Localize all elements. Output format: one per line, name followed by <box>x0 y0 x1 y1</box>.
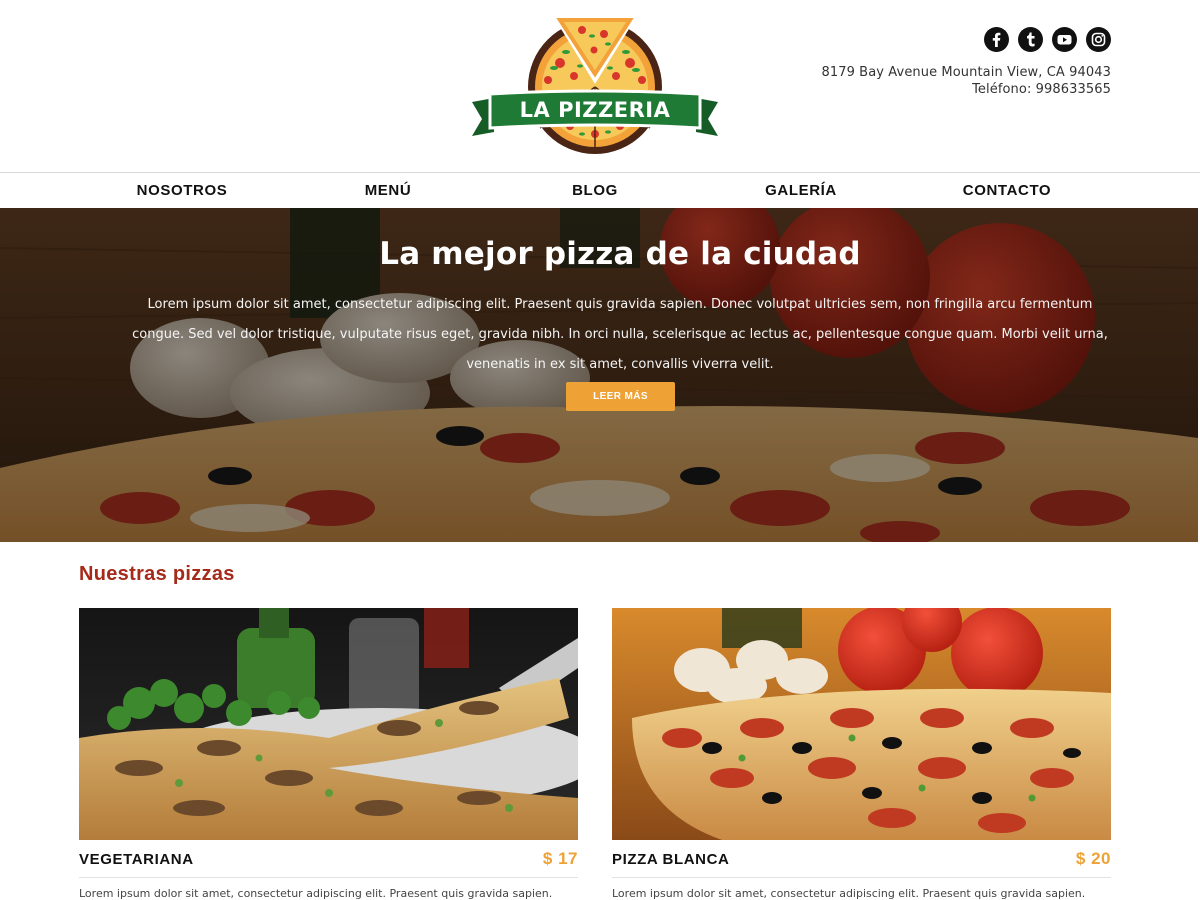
hero-title: La mejor pizza de la ciudad <box>379 236 861 272</box>
pizza-card-header: PIZZA BLANCA $ 20 <box>612 840 1111 878</box>
site-header: LA PIZZERIA 8179 Bay Avenue Mountain Vie… <box>0 0 1200 172</box>
hero-section: La mejor pizza de la ciudad Lorem ipsum … <box>0 208 1198 542</box>
contact-info: 8179 Bay Avenue Mountain View, CA 94043 … <box>821 64 1111 98</box>
pizza-description: Lorem ipsum dolor sit amet, consectetur … <box>79 887 553 900</box>
pizza-price: $ 17 <box>542 849 578 868</box>
pizza-vegetariana-image[interactable] <box>79 608 578 840</box>
main-nav: NOSOTROS MENÚ BLOG GALERÍA CONTACTO <box>0 172 1200 208</box>
nav-item-blog[interactable]: BLOG <box>495 173 695 208</box>
tumblr-icon[interactable] <box>1018 26 1043 52</box>
instagram-icon[interactable] <box>1086 26 1111 52</box>
pizza-card-blanca: PIZZA BLANCA $ 20 Lorem ipsum dolor sit … <box>612 608 1111 900</box>
nav-item-contacto[interactable]: CONTACTO <box>907 173 1107 208</box>
logo-text: LA PIZZERIA <box>520 98 671 122</box>
nav-item-menu[interactable]: MENÚ <box>288 173 488 208</box>
pizza-name: PIZZA BLANCA <box>612 851 730 868</box>
logo[interactable]: LA PIZZERIA <box>470 18 720 154</box>
pizza-card-vegetariana: VEGETARIANA $ 17 Lorem ipsum dolor sit a… <box>79 608 578 900</box>
section-title: Nuestras pizzas <box>79 563 235 585</box>
pizza-blanca-image[interactable] <box>612 608 1111 840</box>
pizza-price: $ 20 <box>1075 849 1111 868</box>
read-more-button[interactable]: LEER MÁS <box>566 382 675 411</box>
pizza-description: Lorem ipsum dolor sit amet, consectetur … <box>612 887 1086 900</box>
pizza-logo-icon: LA PIZZERIA <box>472 18 718 154</box>
pizza-card-header: VEGETARIANA $ 17 <box>79 840 578 878</box>
youtube-icon[interactable] <box>1052 26 1077 52</box>
address-text: 8179 Bay Avenue Mountain View, CA 94043 <box>821 65 1111 80</box>
nav-item-galeria[interactable]: GALERÍA <box>701 173 901 208</box>
pizza-name: VEGETARIANA <box>79 851 194 868</box>
phone-text: Teléfono: 998633565 <box>972 82 1111 97</box>
nav-item-nosotros[interactable]: NOSOTROS <box>82 173 282 208</box>
social-links <box>984 26 1111 52</box>
facebook-icon[interactable] <box>984 26 1009 52</box>
hero-text: Lorem ipsum dolor sit amet, consectetur … <box>132 297 1108 372</box>
